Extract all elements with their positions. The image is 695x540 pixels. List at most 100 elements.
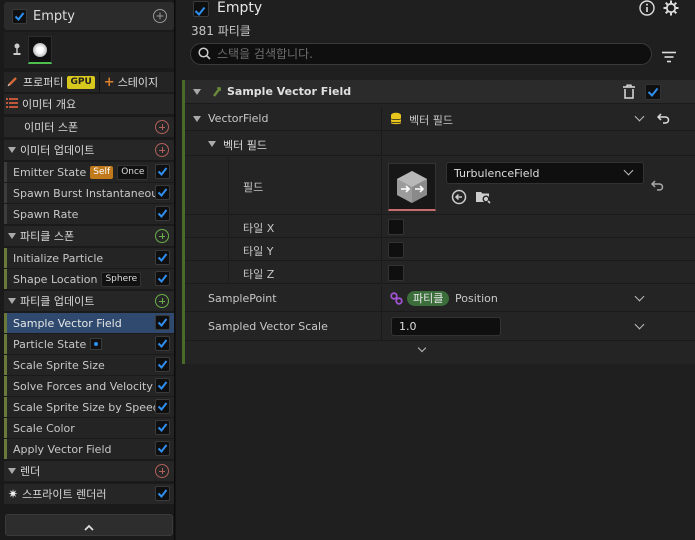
add-module-icon[interactable] [155, 294, 169, 308]
module-scale-sprite-size-by-speed[interactable]: Scale Sprite Size by Speed [4, 397, 174, 417]
sprite-renderer-row[interactable]: ✷ 스프라이트 렌더러 [4, 484, 174, 504]
add-renderer-icon[interactable] [155, 464, 169, 478]
section-emitter-update[interactable]: 이미터 업데이트 [4, 140, 174, 160]
chevron-down-icon[interactable] [634, 291, 645, 302]
tile-y-checkbox[interactable] [388, 242, 404, 258]
module-enable-checkbox[interactable] [155, 420, 170, 435]
module-enable-checkbox[interactable] [645, 84, 661, 100]
search-input[interactable] [217, 47, 637, 61]
module-scale-color[interactable]: Scale Color [4, 418, 174, 438]
expand-icon[interactable] [8, 298, 16, 304]
param-sample-point: SamplePoint 파티클 Position [185, 286, 695, 312]
link-icon [390, 292, 403, 308]
list-icon [6, 97, 18, 111]
sphere-badge: Sphere [101, 271, 142, 287]
sub-section-vector-field: 벡터 필드 [185, 132, 695, 156]
tile-x-checkbox[interactable] [388, 219, 404, 235]
module-particle-state[interactable]: Particle State [4, 334, 174, 354]
add-module-icon[interactable] [155, 120, 169, 134]
param-label: 타일 X [243, 222, 275, 235]
param-label: VectorField [208, 112, 269, 125]
trash-icon[interactable] [622, 84, 636, 102]
scale-input[interactable]: 1.0 [391, 317, 501, 336]
module-header[interactable]: Sample Vector Field [185, 80, 695, 104]
database-icon [390, 112, 402, 129]
module-enable-checkbox[interactable] [155, 378, 170, 393]
tile-z-checkbox[interactable] [388, 265, 404, 281]
emitter-thumbnail[interactable] [28, 36, 52, 64]
section-label: 파티클 스폰 [20, 230, 75, 243]
renderer-enable-checkbox[interactable] [155, 486, 170, 501]
asset-picker-combo[interactable]: TurbulenceField [446, 162, 644, 184]
module-enable-checkbox[interactable] [155, 271, 170, 286]
module-enable-checkbox[interactable] [155, 441, 170, 456]
module-label: Particle State [13, 337, 87, 351]
module-emitter-state[interactable]: Emitter State Self Once [4, 162, 174, 182]
module-spawn-burst[interactable]: Spawn Burst Instantaneous [4, 183, 174, 203]
module-enable-checkbox[interactable] [155, 399, 170, 414]
add-module-icon[interactable] [155, 229, 169, 243]
collapse-icon[interactable] [193, 89, 201, 95]
expand-icon[interactable] [8, 147, 16, 153]
reset-icon[interactable] [656, 113, 670, 127]
module-sample-vector-field[interactable]: Sample Vector Field [4, 313, 174, 333]
module-spawn-rate[interactable]: Spawn Rate [4, 204, 174, 224]
system-overview-panel: Empty 프로퍼티 GPU + 스테이지 이미터 개요 이미터 스폰 이미터 … [0, 0, 175, 540]
expand-icon[interactable] [8, 468, 16, 474]
stack-search-box[interactable] [190, 43, 652, 65]
namespace-pill: 파티클 [407, 291, 450, 306]
reset-icon[interactable] [650, 180, 664, 194]
section-emitter-spawn[interactable]: 이미터 스폰 [4, 117, 174, 137]
module-enable-checkbox[interactable] [155, 315, 170, 330]
module-label: Shape Location [13, 272, 98, 286]
expand-icon[interactable] [193, 116, 201, 122]
section-render[interactable]: 렌더 [4, 461, 174, 481]
module-enable-checkbox[interactable] [155, 206, 170, 221]
show-advanced-chevron-icon[interactable] [417, 343, 427, 353]
emitter-enable-checkbox[interactable] [12, 8, 27, 24]
search-icon [198, 45, 211, 64]
use-selected-asset-icon[interactable] [451, 189, 467, 208]
chevron-down-icon [623, 165, 634, 176]
expand-icon[interactable] [208, 141, 216, 147]
module-initialize-particle[interactable]: Initialize Particle [4, 248, 174, 268]
chevron-down-icon[interactable] [634, 319, 645, 330]
section-label: 렌더 [20, 465, 41, 478]
module-enable-checkbox[interactable] [155, 185, 170, 200]
pin-icon[interactable] [13, 42, 21, 62]
gpu-badge: GPU [67, 75, 95, 89]
module-scale-sprite-size[interactable]: Scale Sprite Size [4, 355, 174, 375]
particle-count: 381 파티클 [191, 24, 251, 38]
module-solve-forces[interactable]: Solve Forces and Velocity [4, 376, 174, 396]
param-tile-z: 타일 Z [185, 262, 695, 284]
module-enable-checkbox[interactable] [155, 357, 170, 372]
module-enable-checkbox[interactable] [155, 164, 170, 179]
module-apply-vector-field[interactable]: Apply Vector Field [4, 439, 174, 459]
emitter-header[interactable]: Empty [4, 2, 174, 30]
tab-properties[interactable]: 프로퍼티 GPU [4, 72, 95, 92]
section-particle-update[interactable]: 파티클 업데이트 [4, 291, 174, 311]
info-icon[interactable] [639, 0, 655, 20]
gear-icon[interactable] [663, 0, 679, 20]
section-particle-spawn[interactable]: 파티클 스폰 [4, 226, 174, 246]
expand-icon[interactable] [8, 233, 16, 239]
filter-icon[interactable] [662, 48, 676, 67]
param-vector-field: VectorField 벡터 필드 [185, 107, 695, 131]
browse-asset-icon[interactable] [475, 189, 491, 208]
plus-icon: + [103, 74, 115, 90]
emitter-summary-row[interactable]: 이미터 개요 [4, 94, 174, 114]
module-enable-checkbox[interactable] [155, 336, 170, 351]
tab-stage[interactable]: + 스테이지 [104, 72, 158, 92]
module-enable-checkbox[interactable] [155, 250, 170, 265]
add-module-icon[interactable] [152, 8, 168, 28]
module-label: Solve Forces and Velocity [13, 379, 153, 393]
emitter-enable-checkbox[interactable] [193, 1, 209, 17]
cube-icon [397, 170, 427, 203]
tab-stage-label: 스테이지 [117, 76, 159, 89]
collapse-button[interactable] [5, 514, 173, 536]
asset-thumbnail[interactable] [388, 163, 436, 211]
chevron-down-icon[interactable] [634, 111, 645, 122]
add-module-icon[interactable] [155, 143, 169, 157]
module-shape-location[interactable]: Shape Location Sphere [4, 269, 174, 289]
module-label: Emitter State [13, 165, 87, 179]
